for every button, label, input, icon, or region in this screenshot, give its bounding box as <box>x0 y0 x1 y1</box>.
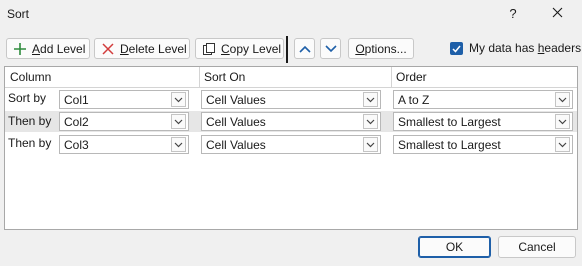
column-select-row-2[interactable]: Col2 <box>59 112 189 131</box>
cancel-button[interactable]: Cancel <box>498 236 576 258</box>
order-select-row-1[interactable]: A to Z <box>393 90 573 109</box>
x-icon <box>101 42 115 56</box>
column-select-row-3[interactable]: Col3 <box>59 135 189 154</box>
headers-checkbox-label[interactable]: My data has headers <box>469 41 581 55</box>
column-select-row-1[interactable]: Col1 <box>59 90 189 109</box>
order-header: Order <box>396 70 427 84</box>
move-down-button[interactable] <box>320 38 341 59</box>
add-level-button[interactable]: Add Level <box>6 38 90 59</box>
move-up-button[interactable] <box>294 38 315 59</box>
help-button[interactable]: ? <box>505 4 521 24</box>
sort-on-select-row-3[interactable]: Cell Values <box>201 135 381 154</box>
close-button[interactable] <box>548 4 566 24</box>
chevron-down-icon <box>555 114 570 129</box>
column-header: Column <box>10 70 52 84</box>
delete-level-button[interactable]: Delete Level <box>94 38 190 59</box>
sort-levels-grid: Column Sort On Order Sort by Col1 Cell V… <box>4 66 578 230</box>
chevron-down-icon <box>171 114 186 129</box>
sort-on-select-row-2[interactable]: Cell Values <box>201 112 381 131</box>
chevron-up-icon <box>298 45 311 53</box>
dialog-title: Sort <box>7 7 30 21</box>
sort-on-header: Sort On <box>204 70 246 84</box>
chevron-down-icon <box>555 137 570 152</box>
chevron-down-icon <box>363 92 378 107</box>
copy-icon <box>202 42 216 56</box>
plus-icon <box>13 42 27 56</box>
checkmark-icon <box>452 45 461 53</box>
headers-checkbox[interactable] <box>450 42 463 55</box>
toolbar-separator <box>286 36 288 63</box>
chevron-down-icon <box>555 92 570 107</box>
chevron-down-icon <box>171 137 186 152</box>
ok-button[interactable]: OK <box>418 236 491 258</box>
row-label-sort-by: Sort by <box>8 91 47 105</box>
chevron-down-icon <box>171 92 186 107</box>
chevron-down-icon <box>363 137 378 152</box>
row-label-then-by: Then by <box>8 136 52 150</box>
copy-level-button[interactable]: Copy Level <box>195 38 284 59</box>
sort-on-select-row-1[interactable]: Cell Values <box>201 90 381 109</box>
order-select-row-3[interactable]: Smallest to Largest <box>393 135 573 154</box>
title-bar: Sort ? <box>0 0 582 30</box>
chevron-down-icon <box>363 114 378 129</box>
options-button[interactable]: Options... <box>348 38 414 59</box>
chevron-down-icon <box>324 44 337 52</box>
close-icon <box>552 7 562 18</box>
order-select-row-2[interactable]: Smallest to Largest <box>393 112 573 131</box>
row-label-then-by: Then by <box>8 114 52 128</box>
